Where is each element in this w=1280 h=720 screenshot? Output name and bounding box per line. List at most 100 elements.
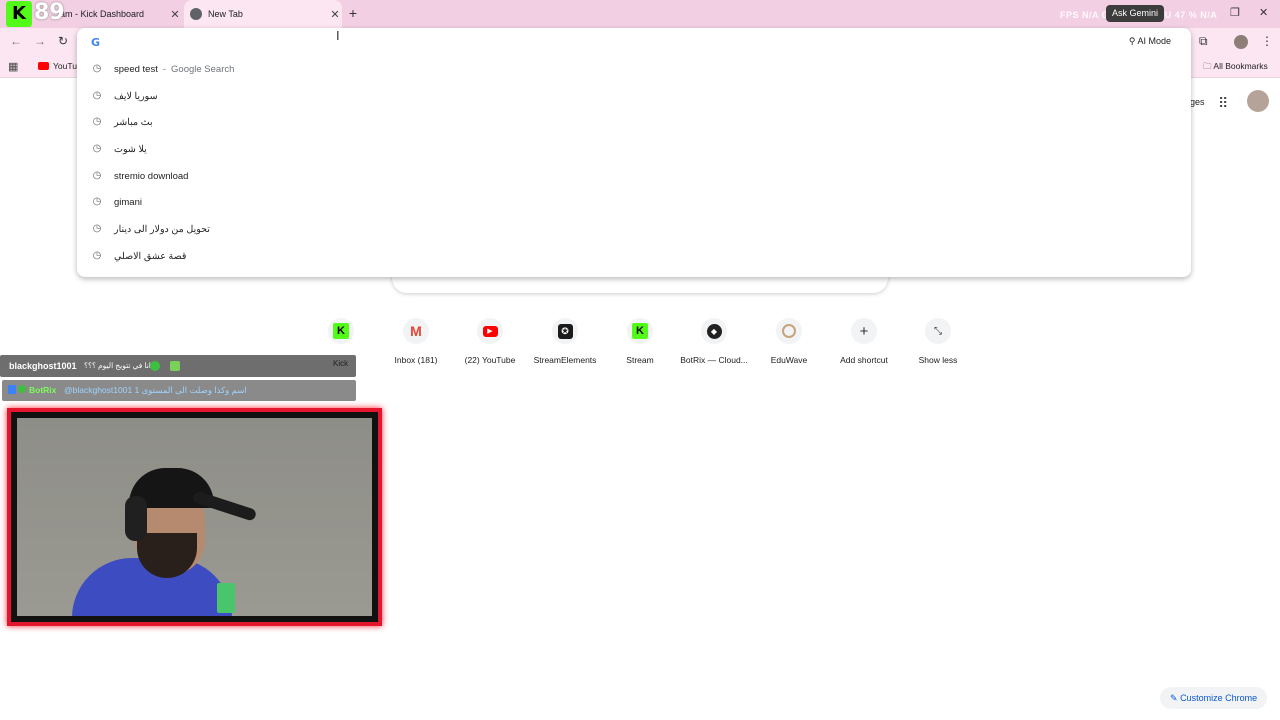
- suggestion-row[interactable]: ◷ يلا شوت: [77, 136, 1191, 162]
- bookmark-label: YouTu: [53, 61, 77, 71]
- chat-platform-tag: Kick: [333, 359, 349, 368]
- shortcut-label: Show less: [918, 355, 958, 365]
- green-cup: [217, 583, 235, 613]
- shortcut-label: BotRix — Cloud...: [680, 355, 748, 365]
- headphones: [125, 496, 147, 541]
- search-sparkle-icon: ⚲: [1128, 36, 1136, 46]
- history-icon: ◷: [92, 250, 102, 261]
- suggestion-text: بث مباشر: [114, 116, 153, 128]
- customize-chrome-button[interactable]: ✎ Customize Chrome: [1160, 687, 1268, 709]
- customize-label: Customize Chrome: [1180, 693, 1258, 703]
- restore-icon[interactable]: ❐: [1230, 6, 1240, 19]
- shortcut-label: EduWave: [770, 355, 808, 365]
- ai-mode-button[interactable]: ⚲ AI Mode: [1129, 36, 1171, 47]
- menu-icon[interactable]: ⋮: [1261, 34, 1273, 48]
- chat-username: blackghost1001: [9, 361, 77, 371]
- shortcut-add[interactable]: + Add shortcut: [828, 318, 900, 365]
- pencil-icon: ✎: [1170, 693, 1178, 703]
- kick-logo: K: [6, 1, 32, 27]
- suggestion-row[interactable]: ◷ gimani: [77, 189, 1191, 215]
- text-cursor-icon: I: [336, 28, 340, 43]
- webcam-overlay: [7, 408, 382, 626]
- tab-title: am - Kick Dashboard: [60, 9, 145, 19]
- shortcut-label: StreamElements: [533, 355, 597, 365]
- collapse-icon: ⤡: [925, 318, 951, 344]
- shortcut-botrix[interactable]: ◆ BotRix — Cloud...: [678, 318, 750, 365]
- suggestion-text: سوريا لايف: [114, 90, 158, 102]
- extensions-icon[interactable]: ⧉: [1199, 34, 1208, 49]
- suggestion-text: يلا شوت: [114, 143, 147, 155]
- shortcut-label: Stream: [626, 355, 654, 365]
- verified-icon: [18, 385, 26, 393]
- ask-gemini-button[interactable]: Ask Gemini: [1106, 5, 1165, 22]
- chat-message: BotRix @blackghost1001 اسم وكذا وصلت الى…: [2, 380, 356, 401]
- omnibox-dropdown: G ⚲ AI Mode ◷ speed test - Google Search…: [77, 28, 1191, 277]
- suggestion-text: تحويل من دولار الى دينار: [114, 223, 210, 235]
- shortcut-show-less[interactable]: ⤡ Show less: [902, 318, 974, 365]
- ai-mode-label: AI Mode: [1137, 36, 1171, 46]
- close-icon[interactable]: ✕: [168, 8, 182, 21]
- kick-shortcut-icon: K: [328, 318, 354, 344]
- bot-badge-icon: [8, 385, 16, 394]
- history-icon: ◷: [92, 116, 102, 127]
- forward-icon[interactable]: →: [34, 34, 46, 48]
- suggestion-row[interactable]: ◷ تحويل من دولار الى دينار: [77, 216, 1191, 242]
- suggestion-text: gimani: [114, 196, 142, 208]
- bookmark-youtube[interactable]: YouTu: [38, 61, 77, 71]
- tab-new-tab[interactable]: New Tab ✕: [184, 0, 342, 28]
- tab-strip: am - Kick Dashboard ✕ New Tab ✕ + K 89 F…: [0, 0, 1280, 28]
- chat-text: @blackghost1001 اسم وكذا وصلت الى المستو…: [64, 385, 247, 395]
- shortcut-inbox[interactable]: M Inbox (181): [380, 318, 452, 365]
- all-bookmarks-button[interactable]: 🗀 All Bookmarks: [1203, 61, 1268, 75]
- history-icon: ◷: [92, 90, 102, 101]
- emote-icon: [170, 361, 180, 371]
- chat-username: BotRix: [29, 385, 57, 395]
- separator: -: [162, 63, 167, 75]
- youtube-icon: ▶: [477, 318, 503, 344]
- shortcut-stream[interactable]: K Stream: [604, 318, 676, 365]
- back-icon[interactable]: ←: [10, 34, 22, 48]
- suggestion-row[interactable]: ◷ سوريا لايف: [77, 83, 1191, 109]
- suggestion-row[interactable]: ◷ قصة عشق الاصلي: [77, 243, 1191, 269]
- streamelements-icon: ✪: [552, 318, 578, 344]
- history-icon: ◷: [92, 143, 102, 154]
- shortcut-youtube[interactable]: ▶ (22) YouTube: [454, 318, 526, 365]
- shortcut-label: (22) YouTube: [464, 355, 516, 365]
- viewer-counter: 89: [34, 0, 65, 25]
- suggestion-row[interactable]: ◷ speed test - Google Search: [77, 56, 1191, 82]
- google-icon: G: [91, 36, 101, 49]
- shortcut-kick[interactable]: K: [305, 318, 377, 344]
- chat-text: انا في تتويج اليوم ؟؟؟: [84, 361, 151, 370]
- youtube-icon: [38, 62, 49, 70]
- gmail-icon: M: [403, 318, 429, 344]
- apps-icon[interactable]: ▦: [8, 60, 18, 73]
- suggestion-row[interactable]: ◷ بث مباشر: [77, 109, 1191, 135]
- chrome-icon: [190, 8, 202, 20]
- account-avatar[interactable]: [1247, 90, 1269, 112]
- suggestion-text: قصة عشق الاصلي: [114, 250, 187, 262]
- shortcut-eduwave[interactable]: EduWave: [753, 318, 825, 365]
- reload-icon[interactable]: ↻: [58, 34, 68, 48]
- omnibox-input[interactable]: [111, 33, 1011, 51]
- history-icon: ◷: [92, 223, 102, 234]
- suggestion-text: speed test: [114, 63, 158, 75]
- botrix-icon: ◆: [701, 318, 727, 344]
- google-apps-icon[interactable]: ⠿: [1218, 95, 1228, 112]
- new-tab-button[interactable]: +: [346, 6, 360, 20]
- history-icon: ◷: [92, 63, 102, 74]
- shortcut-label: Inbox (181): [394, 355, 438, 365]
- webcam-feed: [17, 418, 372, 616]
- kick-shortcut-icon: K: [627, 318, 653, 344]
- suggestion-row[interactable]: ◷ stremio download: [77, 163, 1191, 189]
- close-icon[interactable]: ✕: [328, 8, 342, 21]
- folder-icon: 🗀: [1203, 61, 1212, 71]
- images-link[interactable]: ges: [1190, 97, 1205, 107]
- close-window-icon[interactable]: ✕: [1259, 6, 1268, 19]
- shortcut-streamelements[interactable]: ✪ StreamElements: [529, 318, 601, 365]
- history-icon: ◷: [92, 170, 102, 181]
- suggestion-aux: Google Search: [171, 63, 235, 75]
- all-bookmarks-label: All Bookmarks: [1213, 61, 1268, 71]
- profile-avatar[interactable]: [1234, 35, 1248, 49]
- suggestion-text: stremio download: [114, 170, 189, 182]
- chat-message: blackghost1001 انا في تتويج اليوم ؟؟؟ Ki…: [0, 355, 356, 377]
